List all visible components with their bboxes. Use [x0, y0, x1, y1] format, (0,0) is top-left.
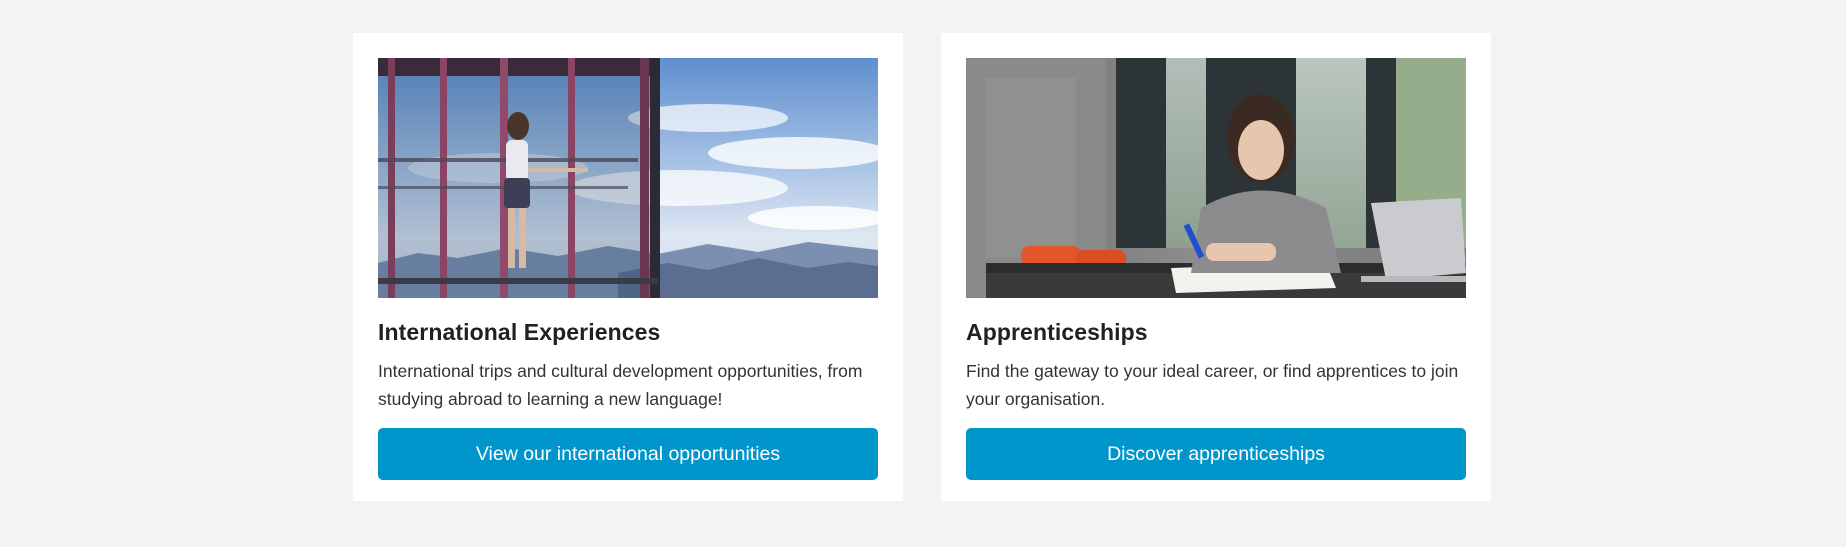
- card-title: International Experiences: [378, 319, 661, 345]
- card-title: Apprenticeships: [966, 319, 1148, 345]
- discover-apprenticeships-button[interactable]: Discover apprenticeships: [966, 428, 1466, 480]
- card-description: Find the gateway to your ideal career, o…: [966, 361, 1459, 409]
- card-description: International trips and cultural develop…: [378, 361, 863, 409]
- card-image-international: [378, 58, 878, 298]
- card-international-experiences: International Experiences International …: [353, 33, 903, 501]
- card-image-apprenticeships: [966, 58, 1466, 298]
- view-international-opportunities-button[interactable]: View our international opportunities: [378, 428, 878, 480]
- card-apprenticeships: Apprenticeships Find the gateway to your…: [941, 33, 1491, 501]
